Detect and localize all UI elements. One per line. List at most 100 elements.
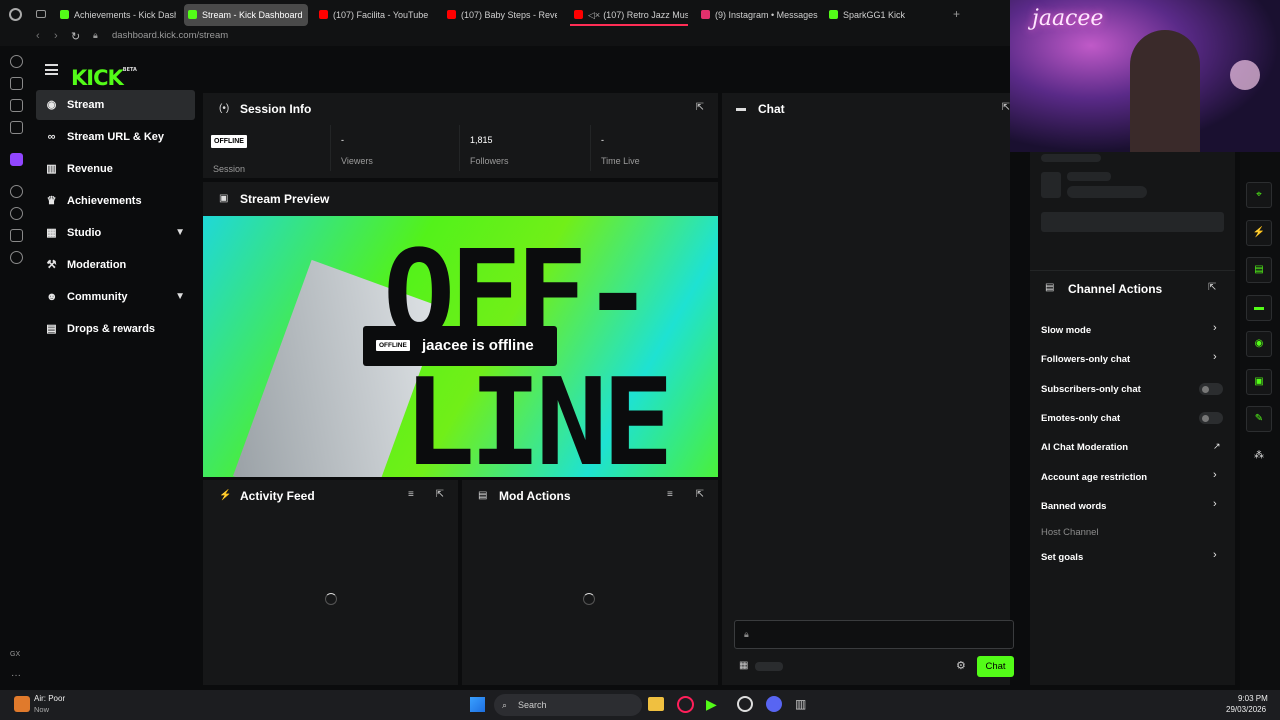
- broadcast-icon: ◉: [46, 99, 57, 111]
- actions-icon[interactable]: ▣: [1246, 369, 1272, 395]
- streamer-figure: [1130, 30, 1200, 152]
- nav-revenue[interactable]: ▥ Revenue: [36, 154, 195, 184]
- streamer-app-icon[interactable]: ▶: [706, 696, 717, 713]
- gx-label[interactable]: GX: [10, 651, 20, 658]
- document-icon[interactable]: ▤: [1246, 257, 1272, 283]
- chevron-right-icon[interactable]: ›: [1213, 498, 1217, 510]
- viewers-stat: - Viewers: [331, 125, 460, 171]
- cube-icon[interactable]: [10, 229, 23, 242]
- tab-youtube-facilita[interactable]: (107) Facilita - YouTube: [315, 4, 437, 26]
- chevron-right-icon[interactable]: ›: [1213, 549, 1217, 561]
- audio-app-icon[interactable]: ▥: [795, 697, 806, 711]
- speaker-muted-icon[interactable]: ◁×: [588, 10, 600, 20]
- hammer-icon: ⚒: [46, 259, 57, 271]
- chevron-right-icon[interactable]: ›: [1213, 322, 1217, 334]
- downloads-icon[interactable]: [10, 121, 23, 134]
- external-link-icon[interactable]: ↗: [1213, 441, 1221, 452]
- target-icon[interactable]: ⌖: [1246, 182, 1272, 208]
- tab-label: (107) Retro Jazz Music: [603, 10, 688, 20]
- reload-icon[interactable]: ↻: [71, 30, 80, 43]
- clock-time[interactable]: 9:03 PM: [1238, 694, 1268, 703]
- kick-logo[interactable]: KICKBETA: [71, 58, 137, 90]
- tab-stream-dashboard[interactable]: Stream - Kick Dashboard: [184, 4, 308, 26]
- expand-icon[interactable]: ⇱: [696, 489, 704, 500]
- tab-sparkgg1-kick[interactable]: SparkGG1 Kick: [825, 4, 925, 26]
- chevron-down-icon[interactable]: ▼: [175, 282, 185, 312]
- chevron-right-icon[interactable]: ›: [1213, 469, 1217, 481]
- loading-placeholder: [1067, 172, 1111, 181]
- tab-instagram[interactable]: (9) Instagram • Messages: [697, 4, 822, 26]
- pinboard-icon[interactable]: [10, 99, 23, 112]
- nav-studio[interactable]: ▦ Studio ▼: [36, 218, 195, 248]
- url-text[interactable]: dashboard.kick.com/stream: [112, 30, 228, 41]
- tab-achievements[interactable]: Achievements - Kick Dash: [56, 4, 176, 26]
- filter-icon[interactable]: ≡: [667, 489, 673, 500]
- chat-input[interactable]: 🔒︎: [734, 620, 1014, 649]
- action-followers-only[interactable]: Followers-only chat: [1041, 354, 1130, 365]
- nav-stream[interactable]: ◉ Stream: [36, 90, 195, 120]
- gear-icon[interactable]: ⚙: [956, 659, 966, 672]
- expand-icon[interactable]: ⇱: [436, 489, 444, 500]
- add-widget-icon[interactable]: ⁂: [1246, 444, 1272, 470]
- wrench-icon[interactable]: ✎: [1246, 406, 1272, 432]
- nav-community[interactable]: ☻ Community ▼: [36, 282, 195, 312]
- nav-achievements[interactable]: ♛ Achievements: [36, 186, 195, 216]
- windows-taskbar: Air: Poor Now ⌕ Search ▶ ▥ 9:03 PM 29/03/…: [0, 690, 1280, 720]
- action-slow-mode[interactable]: Slow mode: [1041, 325, 1091, 336]
- panel-header: (•) Session Info ⇱: [203, 93, 718, 125]
- taskbar-search[interactable]: ⌕ Search: [494, 694, 642, 716]
- windows-start-icon[interactable]: [470, 697, 485, 712]
- send-chat-button[interactable]: Chat: [977, 656, 1014, 677]
- action-ai-moderation[interactable]: AI Chat Moderation: [1041, 442, 1128, 453]
- expand-icon[interactable]: ⇱: [1208, 282, 1216, 293]
- menu-icon[interactable]: [45, 64, 58, 75]
- file-explorer-icon[interactable]: [648, 697, 664, 711]
- nav-drops-rewards[interactable]: ▤ Drops & rewards: [36, 314, 195, 344]
- forward-icon[interactable]: ›: [54, 30, 58, 42]
- tab-overview-icon[interactable]: [36, 10, 46, 18]
- tab-youtube-baby-steps[interactable]: (107) Baby Steps - Reveal: [443, 4, 557, 26]
- tab-label: (107) Baby Steps - Reveal: [461, 10, 557, 20]
- app-icon[interactable]: [737, 696, 753, 712]
- new-tab-button[interactable]: +: [953, 7, 960, 21]
- clock-date[interactable]: 29/03/2026: [1226, 705, 1266, 714]
- bolt-icon[interactable]: ⚡: [1246, 220, 1272, 246]
- settings-icon[interactable]: [10, 251, 23, 264]
- action-banned-words[interactable]: Banned words: [1041, 501, 1106, 512]
- trophy-icon: ♛: [46, 195, 57, 207]
- chevron-right-icon[interactable]: ›: [1213, 351, 1217, 363]
- store-icon[interactable]: ▦: [739, 660, 748, 671]
- chat-bubble-icon[interactable]: ▬: [1246, 295, 1272, 321]
- back-icon[interactable]: ‹: [36, 30, 40, 42]
- history-icon[interactable]: [10, 55, 23, 68]
- broadcast-icon[interactable]: ◉: [1246, 331, 1272, 357]
- weather-title[interactable]: Air: Poor: [34, 694, 65, 703]
- clock-icon[interactable]: [10, 207, 23, 220]
- opera-gx-logo-icon[interactable]: [9, 8, 22, 21]
- offline-art-text: LINE: [403, 354, 674, 478]
- extensions-icon[interactable]: [10, 77, 23, 90]
- emotes-only-toggle[interactable]: [1199, 412, 1223, 424]
- youtube-favicon-icon: [447, 10, 456, 19]
- opera-gx-icon[interactable]: [677, 696, 694, 713]
- action-account-age[interactable]: Account age restriction: [1041, 472, 1147, 483]
- expand-icon[interactable]: ⇱: [1002, 102, 1010, 113]
- filter-icon[interactable]: ≡: [408, 489, 414, 500]
- more-icon[interactable]: ···: [11, 670, 21, 681]
- search-label: Search: [518, 700, 547, 710]
- chevron-down-icon[interactable]: ▼: [175, 218, 185, 248]
- nav-stream-url-key[interactable]: ∞ Stream URL & Key: [36, 122, 195, 152]
- nav-moderation[interactable]: ⚒ Moderation: [36, 250, 195, 280]
- action-emotes-only: Emotes-only chat: [1041, 413, 1121, 424]
- expand-icon[interactable]: ⇱: [696, 102, 704, 113]
- subscribers-only-toggle[interactable]: [1199, 383, 1223, 395]
- action-set-goals[interactable]: Set goals: [1041, 552, 1083, 563]
- discord-icon[interactable]: [766, 696, 782, 712]
- time-live-stat: - Time Live: [591, 125, 718, 171]
- tab-youtube-retro-jazz[interactable]: ◁× (107) Retro Jazz Music: [570, 4, 688, 26]
- offline-message-card: OFFLINE jaacee is offline: [363, 326, 557, 366]
- actions-icon: ▤: [1045, 282, 1055, 293]
- twitch-icon[interactable]: [10, 153, 23, 166]
- people-icon: ☻: [46, 291, 58, 303]
- player-icon[interactable]: [10, 185, 23, 198]
